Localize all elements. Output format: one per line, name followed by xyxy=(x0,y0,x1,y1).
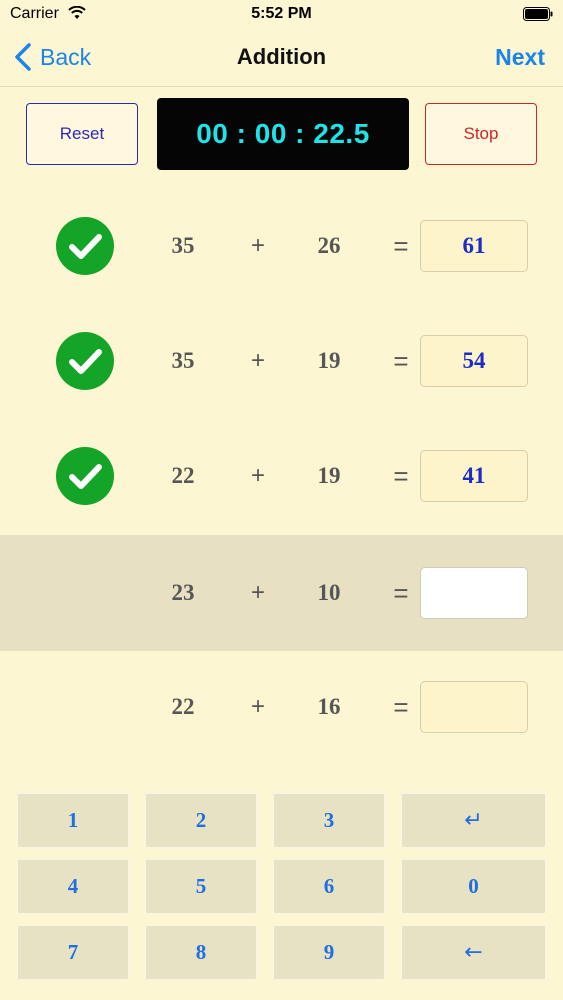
operand-a: 22 xyxy=(171,463,195,488)
answer-field[interactable]: 41 xyxy=(420,450,528,502)
key-9[interactable]: 9 xyxy=(272,924,386,981)
operand-b: 10 xyxy=(317,580,341,605)
problem-row: 35 + 26 = 61 xyxy=(0,188,563,304)
number-keypad: 1 2 3 ↵ 4 5 6 0 7 8 9 ← xyxy=(0,780,563,1000)
plus-sign: + xyxy=(250,579,265,606)
problem-row: 35 + 19 = 54 xyxy=(0,303,563,419)
key-1[interactable]: 1 xyxy=(16,792,130,849)
status-bar: Carrier 5:52 PM xyxy=(0,0,563,30)
timer-display: 00 : 00 : 22.5 xyxy=(157,98,409,170)
key-3[interactable]: 3 xyxy=(272,792,386,849)
next-button[interactable]: Next xyxy=(495,44,545,71)
equals-sign: = xyxy=(393,578,409,608)
answer-field[interactable] xyxy=(420,567,528,619)
equals-sign: = xyxy=(393,692,409,722)
answer-field[interactable] xyxy=(420,681,528,733)
checkmark-icon xyxy=(56,217,114,275)
key-8[interactable]: 8 xyxy=(144,924,258,981)
operand-b: 19 xyxy=(317,348,341,373)
key-0[interactable]: 0 xyxy=(400,858,547,915)
key-5[interactable]: 5 xyxy=(144,858,258,915)
plus-sign: + xyxy=(250,232,265,259)
key-6[interactable]: 6 xyxy=(272,858,386,915)
operand-a: 35 xyxy=(171,348,195,373)
key-2[interactable]: 2 xyxy=(144,792,258,849)
equals-sign: = xyxy=(393,231,409,261)
problem-row: 22 + 16 = xyxy=(0,649,563,765)
enter-key[interactable]: ↵ xyxy=(400,792,547,849)
operand-a: 23 xyxy=(171,580,195,605)
checkmark-icon xyxy=(56,332,114,390)
plus-sign: + xyxy=(250,693,265,720)
equals-sign: = xyxy=(393,461,409,491)
key-4[interactable]: 4 xyxy=(16,858,130,915)
stop-button[interactable]: Stop xyxy=(425,103,537,165)
operand-b: 19 xyxy=(317,463,341,488)
operand-b: 26 xyxy=(317,233,341,258)
operand-b: 16 xyxy=(317,694,341,719)
backspace-arrow-icon: ← xyxy=(464,940,483,965)
problem-row-active: 23 + 10 = xyxy=(0,535,563,651)
key-7[interactable]: 7 xyxy=(16,924,130,981)
reset-button[interactable]: Reset xyxy=(26,103,138,165)
navigation-bar: Back Addition Next xyxy=(0,30,563,87)
problem-row: 22 + 19 = 41 xyxy=(0,418,563,534)
operand-a: 35 xyxy=(171,233,195,258)
page-title: Addition xyxy=(236,44,327,69)
equals-sign: = xyxy=(393,346,409,376)
battery-icon xyxy=(523,7,553,21)
operand-a: 22 xyxy=(171,694,195,719)
status-time: 5:52 PM xyxy=(251,5,312,22)
checkmark-icon xyxy=(56,447,114,505)
return-icon: ↵ xyxy=(464,808,483,833)
answer-field[interactable]: 61 xyxy=(420,220,528,272)
plus-sign: + xyxy=(250,462,265,489)
plus-sign: + xyxy=(250,347,265,374)
backspace-key[interactable]: ← xyxy=(400,924,547,981)
answer-field[interactable]: 54 xyxy=(420,335,528,387)
